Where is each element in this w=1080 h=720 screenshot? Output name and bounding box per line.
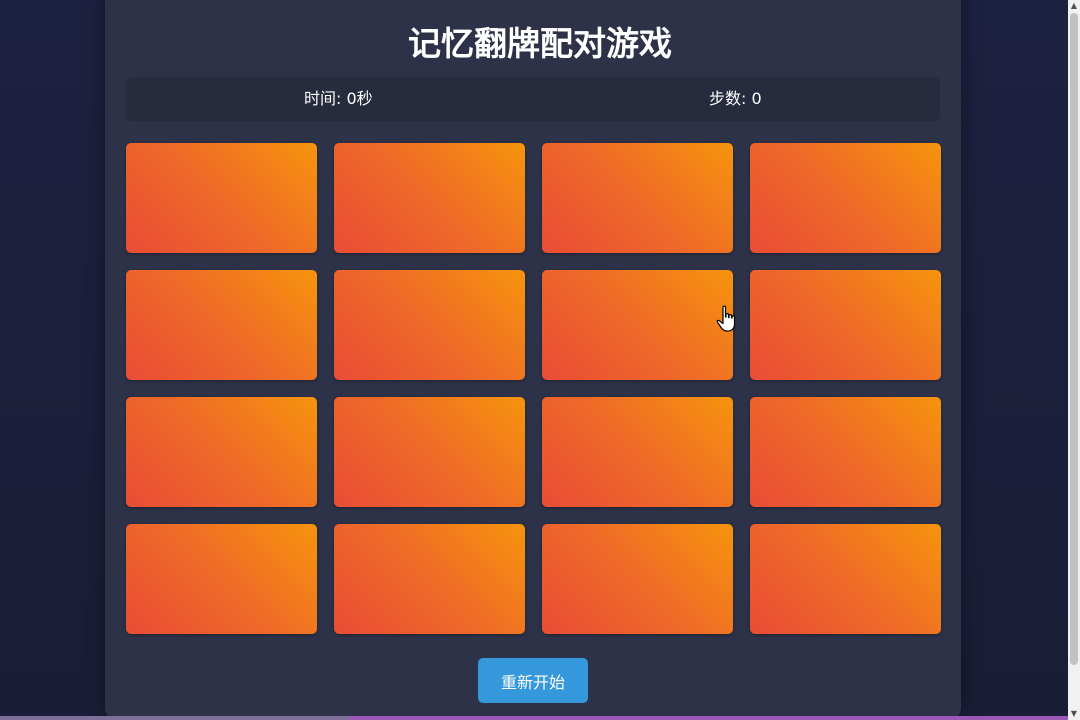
vertical-scrollbar[interactable]: ▲ ▼: [1068, 0, 1080, 720]
memory-card[interactable]: [334, 143, 525, 253]
page-background-left: [0, 0, 105, 720]
memory-card[interactable]: [334, 397, 525, 507]
memory-card[interactable]: [334, 270, 525, 380]
memory-card[interactable]: [126, 143, 317, 253]
scroll-down-icon[interactable]: ▼: [1068, 708, 1080, 720]
memory-card[interactable]: [750, 524, 941, 634]
restart-button[interactable]: 重新开始: [478, 658, 588, 703]
memory-card[interactable]: [542, 397, 733, 507]
card-grid: [126, 143, 941, 634]
memory-card[interactable]: [334, 524, 525, 634]
scrollbar-thumb[interactable]: [1070, 13, 1078, 665]
memory-card[interactable]: [750, 270, 941, 380]
horizontal-scrollbar-thumb[interactable]: [0, 716, 350, 720]
memory-card[interactable]: [126, 397, 317, 507]
memory-card[interactable]: [750, 397, 941, 507]
memory-card[interactable]: [542, 270, 733, 380]
moves-counter: 步数: 0: [709, 89, 762, 108]
memory-card[interactable]: [750, 143, 941, 253]
timer-display: 时间: 0秒: [304, 89, 373, 108]
memory-card[interactable]: [542, 143, 733, 253]
memory-card[interactable]: [126, 524, 317, 634]
game-title: 记忆翻牌配对游戏: [408, 24, 672, 63]
memory-card[interactable]: [542, 524, 733, 634]
scroll-up-icon[interactable]: ▲: [1068, 0, 1080, 12]
stats-bar: 时间: 0秒 步数: 0: [126, 77, 940, 121]
memory-card[interactable]: [126, 270, 317, 380]
page-background-right: [961, 0, 1068, 720]
